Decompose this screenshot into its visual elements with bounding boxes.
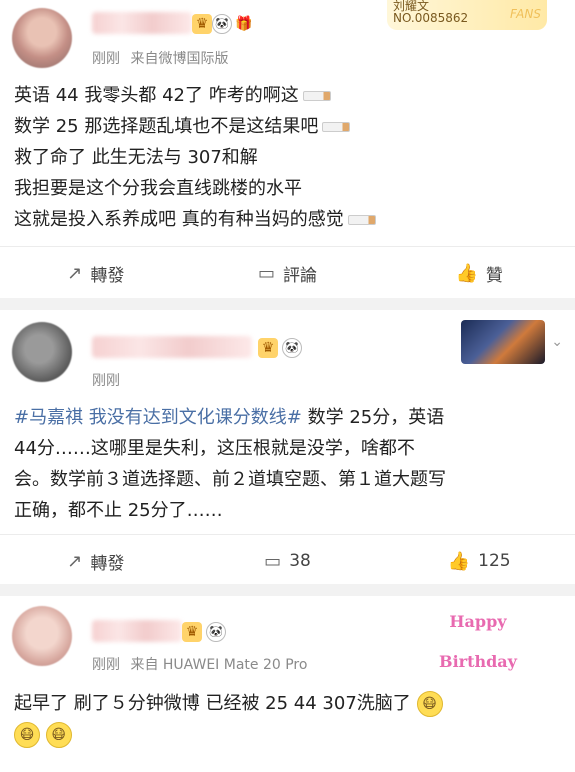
comment-button[interactable]: ▭ 評論: [192, 261, 384, 286]
comment-button[interactable]: ▭ 38: [192, 551, 384, 572]
post-text: 英语 44 我零头都 42了 咋考的啊这 数学 25 那选择题乱填也不是这结果吧…: [14, 80, 561, 235]
fans-badge[interactable]: 刘耀文 NO.0085862 FANS: [387, 0, 547, 30]
post-line: 我担要是这个分我会直线跳楼的水平: [14, 178, 302, 199]
card-cover-image[interactable]: [461, 320, 545, 364]
username-blurred[interactable]: [92, 336, 252, 358]
share-icon: ↗: [67, 262, 83, 284]
masked-face-emoji-icon: 😷: [45, 722, 72, 748]
share-icon: ↗: [67, 550, 83, 572]
avatar[interactable]: [12, 322, 72, 382]
weibo-post-3: ♛ 🐼 Happy Birthday 刚刚 来自 HUAWEI Mate 20 …: [0, 596, 575, 772]
post-time: 刚刚: [92, 657, 120, 673]
cigarette-emoji-icon: [347, 215, 376, 225]
repost-button[interactable]: ↗ 轉發: [0, 261, 192, 286]
gift-icon: 🎁: [234, 14, 254, 34]
panda-icon: 🐼: [206, 622, 226, 642]
repost-button[interactable]: ↗ 轉發: [0, 549, 192, 574]
post-meta: 刚刚: [92, 370, 126, 390]
post-line: 😷 😷: [14, 719, 561, 750]
avatar[interactable]: [12, 8, 72, 68]
username-blurred[interactable]: [92, 12, 192, 34]
repost-label: 轉發: [90, 265, 125, 286]
like-button[interactable]: 👍 125: [383, 551, 575, 572]
like-button[interactable]: 👍 贊: [383, 261, 575, 286]
like-label: 贊: [485, 265, 503, 286]
post-line: 正确，都不止 25分了……: [14, 500, 223, 521]
avatar[interactable]: [12, 606, 72, 666]
birthday-card-decoration[interactable]: Happy Birthday: [409, 602, 547, 671]
post-line: 这就是投入系养成吧 真的有种当妈的感觉: [14, 204, 561, 235]
post-source: 来自 HUAWEI Mate 20 Pro: [130, 657, 308, 673]
hashtag-link[interactable]: #马嘉祺 我没有达到文化课分数线#: [14, 407, 302, 428]
crown-icon: ♛: [192, 14, 212, 34]
repost-label: 轉發: [90, 553, 125, 574]
thumbs-up-icon: 👍: [455, 262, 478, 284]
comment-label: 評論: [283, 265, 318, 286]
weibo-post-2: ♛ 🐼 ⌄ 刚刚 #马嘉祺 我没有达到文化课分数线# 数学 25分，英语 44分…: [0, 310, 575, 584]
panda-icon: 🐼: [212, 14, 232, 34]
fans-badge-number: NO.0085862: [393, 11, 469, 25]
cigarette-emoji-icon: [322, 122, 351, 132]
comment-count: 38: [289, 551, 311, 571]
like-count: 125: [478, 551, 511, 571]
post-line: 会。数学前３道选择题、前２道填空题、第１道大题写: [14, 469, 446, 490]
post-time: 刚刚: [92, 51, 120, 67]
masked-face-emoji-icon: 😷: [14, 722, 40, 748]
post-line: 数学 25 那选择题乱填也不是这结果吧: [14, 111, 561, 142]
fans-badge-tag: FANS: [509, 7, 541, 21]
panda-icon: 🐼: [282, 338, 302, 358]
post-meta: 刚刚 来自 HUAWEI Mate 20 Pro: [92, 654, 313, 674]
cigarette-emoji-icon: [302, 91, 331, 101]
action-bar: ↗ 轉發 ▭ 評論 👍 贊: [0, 246, 575, 299]
post-text: #马嘉祺 我没有达到文化课分数线# 数学 25分，英语 44分……这哪里是失利，…: [14, 402, 561, 526]
post-meta: 刚刚 来自微博国际版: [92, 48, 234, 68]
post-source: 来自微博国际版: [130, 51, 229, 67]
post-time: 刚刚: [92, 373, 120, 389]
post-line: 起早了 刷了５分钟微博 已经被 25 44 307洗脑了 😷: [14, 688, 561, 719]
post-line: 44分……这哪里是失利，这压根就是没学，啥都不: [14, 438, 415, 459]
post-line: #马嘉祺 我没有达到文化课分数线# 数学 25分，英语: [14, 407, 445, 428]
chevron-down-icon[interactable]: ⌄: [551, 334, 563, 350]
crown-icon: ♛: [182, 622, 202, 642]
comment-icon: ▭: [258, 262, 276, 284]
post-line: 英语 44 我零头都 42了 咋考的啊这: [14, 80, 561, 111]
username-blurred[interactable]: [92, 620, 182, 642]
weibo-post-1: ♛ 🐼 🎁 刘耀文 NO.0085862 FANS 刚刚 来自微博国际版 英语 …: [0, 0, 575, 298]
masked-face-emoji-icon: 😷: [416, 691, 443, 717]
crown-icon: ♛: [258, 338, 278, 358]
action-bar: ↗ 轉發 ▭ 38 👍 125: [0, 534, 575, 587]
thumbs-up-icon: 👍: [447, 550, 471, 572]
post-text: 起早了 刷了５分钟微博 已经被 25 44 307洗脑了 😷 😷 😷: [14, 688, 561, 750]
post-line: 救了命了 此生无法与 307和解: [14, 147, 258, 168]
comment-icon: ▭: [264, 550, 282, 572]
